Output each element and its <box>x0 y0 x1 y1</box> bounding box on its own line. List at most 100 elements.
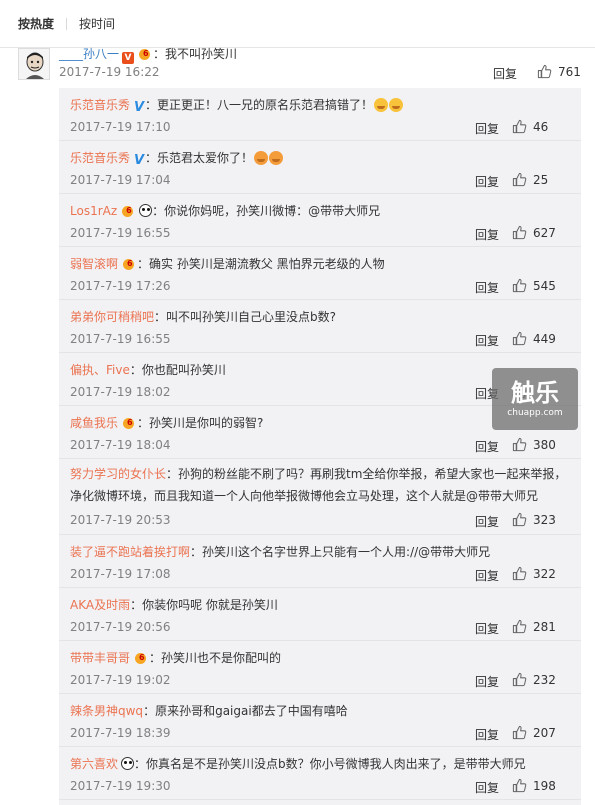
avatar[interactable] <box>18 48 50 80</box>
like-button[interactable]: 207 <box>512 725 556 740</box>
reply-username[interactable]: 偏执、Five <box>70 363 130 377</box>
reply-line: 辣条男神qwq：原来孙哥和gaigai都去了中国有嘻哈 <box>70 702 575 719</box>
reply-item: 带带丰哥哥 ：孙笑川也不是你配叫的 2017-7-19 19:02 回复 232 <box>59 641 581 694</box>
like-button[interactable]: 281 <box>512 619 556 634</box>
reply-button[interactable]: 回复 <box>475 226 499 243</box>
reply-username[interactable]: Los1rAz <box>70 204 117 218</box>
reply-username[interactable]: AKA及时雨 <box>70 598 130 612</box>
colon: ： <box>130 598 143 612</box>
thumb-up-icon <box>512 619 527 634</box>
thumb-up-icon <box>512 672 527 687</box>
thumb-up-icon <box>512 778 527 793</box>
reply-date: 2017-7-19 18:04 <box>70 438 171 452</box>
vip-icon <box>137 48 153 60</box>
reply-item: 辣条男神qwq：原来孙哥和gaigai都去了中国有嘻哈 2017-7-19 18:… <box>59 694 581 747</box>
verified-icon: V <box>133 100 145 114</box>
like-button[interactable]: 761 <box>537 64 581 79</box>
tab-sort-by-time[interactable]: 按时间 <box>79 15 115 32</box>
vip-icon <box>133 652 149 664</box>
reply-text: 乐范君太爱你了！ <box>157 151 254 165</box>
thumb-up-icon <box>537 64 552 79</box>
like-count: 207 <box>533 725 556 740</box>
reply-date: 2017-7-19 17:10 <box>70 120 171 134</box>
reply-username[interactable]: 弱智滚啊 <box>70 257 118 271</box>
verified-icon: V <box>133 153 145 167</box>
reply-button[interactable]: 回复 <box>475 332 499 349</box>
like-button[interactable]: 627 <box>512 225 556 240</box>
thumb-up-icon <box>512 119 527 134</box>
like-button[interactable]: 25 <box>512 172 548 187</box>
thumb-up-icon <box>512 331 527 346</box>
main-comment: ____孙八一V ：我不叫孙笑川 2017-7-19 16:22 回复 761 <box>0 38 595 88</box>
reply-username[interactable]: 乐范音乐秀 <box>70 151 130 165</box>
thumb-up-icon <box>512 278 527 293</box>
reply-date: 2017-7-19 19:02 <box>70 673 171 687</box>
reply-button[interactable]: 回复 <box>475 673 499 690</box>
colon: ： <box>145 151 158 165</box>
reply-text: 孙笑川这个名字世界上只能有一个人用://@带带大师兄 <box>202 545 491 559</box>
emoji-icon <box>374 98 389 112</box>
like-count: 198 <box>533 778 556 793</box>
reply-text: 你真名是不是孙笑川没点b数？你小号微博我人肉出来了，是带带大师兄 <box>146 757 526 771</box>
like-button[interactable]: 198 <box>512 778 556 793</box>
reply-date: 2017-7-19 20:56 <box>70 620 171 634</box>
comment-username[interactable]: ____孙八一 <box>59 47 119 61</box>
reply-username[interactable]: 装了逼不跑站着挨打啊 <box>70 545 190 559</box>
like-count: 323 <box>533 512 556 527</box>
reply-button[interactable]: 回复 <box>475 513 499 530</box>
reply-button[interactable]: 回复 <box>475 620 499 637</box>
reply-text: 你装你吗呢 你就是孙笑川 <box>142 598 278 612</box>
reply-date: 2017-7-19 17:26 <box>70 279 171 293</box>
like-button[interactable]: 545 <box>512 278 556 293</box>
tab-divider <box>66 17 68 30</box>
like-button[interactable]: 46 <box>512 119 548 134</box>
colon: ： <box>129 363 142 377</box>
like-count: 545 <box>533 278 556 293</box>
like-button[interactable]: 323 <box>512 512 556 527</box>
reply-text: 孙笑川也不是你配叫的 <box>161 651 282 665</box>
reply-text: 孙笑川是你叫的弱智? <box>149 416 264 430</box>
reply-button[interactable]: 回复 <box>475 173 499 190</box>
reply-date: 2017-7-19 18:39 <box>70 726 171 740</box>
reply-button[interactable]: 回复 <box>493 65 517 82</box>
thumb-up-icon <box>512 512 527 527</box>
reply-text: 确实 孙笑川是潮流教父 黑怕界元老级的人物 <box>149 257 385 271</box>
thumb-up-icon <box>512 172 527 187</box>
reply-username[interactable]: 咸鱼我乐 <box>70 416 118 430</box>
reply-username[interactable]: 弟弟你可稍稍吧 <box>70 310 154 324</box>
reply-username[interactable]: 第六喜欢 <box>70 757 118 771</box>
colon: ： <box>134 757 147 771</box>
main-comment-meta: 2017-7-19 16:22 回复 761 <box>59 64 581 82</box>
reply-line: 第六喜欢 ：你真名是不是孙笑川没点b数？你小号微博我人肉出来了，是带带大师兄 <box>70 755 575 772</box>
reply-button[interactable]: 回复 <box>475 567 499 584</box>
colon: ： <box>149 651 162 665</box>
reply-button[interactable]: 回复 <box>475 779 499 796</box>
reply-date: 2017-7-19 20:53 <box>70 513 171 527</box>
watermark-url: chuapp.com <box>507 408 563 418</box>
tab-sort-by-hot[interactable]: 按热度 <box>18 15 54 32</box>
like-count: 322 <box>533 566 556 581</box>
like-count: 761 <box>558 64 581 79</box>
reply-button[interactable]: 回复 <box>475 726 499 743</box>
like-count: 232 <box>533 672 556 687</box>
comment-date: 2017-7-19 16:22 <box>59 65 160 79</box>
colon: ： <box>143 704 156 718</box>
like-button[interactable]: 322 <box>512 566 556 581</box>
like-count: 46 <box>533 119 549 134</box>
reply-date: 2017-7-19 16:55 <box>70 226 171 240</box>
reply-username[interactable]: 带带丰哥哥 <box>70 651 130 665</box>
reply-button[interactable]: 回复 <box>475 279 499 296</box>
reply-line: 带带丰哥哥 ：孙笑川也不是你配叫的 <box>70 649 575 666</box>
reply-button[interactable]: 回复 <box>475 438 499 455</box>
colon: ： <box>137 257 150 271</box>
like-button[interactable]: 232 <box>512 672 556 687</box>
like-button[interactable]: 449 <box>512 331 556 346</box>
thumb-up-icon <box>512 437 527 452</box>
reply-text: 你也配叫孙笑川 <box>141 363 226 377</box>
reply-username[interactable]: 努力学习的女仆长 <box>70 467 166 481</box>
reply-username[interactable]: 辣条男神qwq <box>70 704 143 718</box>
reply-username[interactable]: 乐范音乐秀 <box>70 98 130 112</box>
colon: ： <box>190 545 203 559</box>
reply-button[interactable]: 回复 <box>475 120 499 137</box>
like-button[interactable]: 380 <box>512 437 556 452</box>
